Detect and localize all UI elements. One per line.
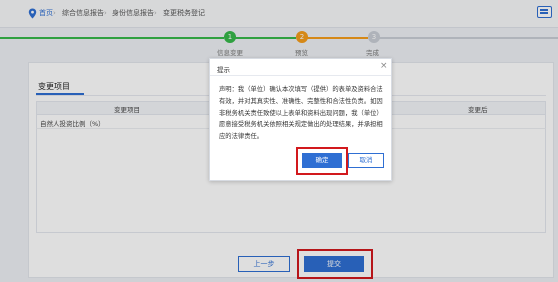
- dialog-divider: [210, 75, 391, 76]
- close-icon[interactable]: ×: [380, 61, 388, 71]
- cancel-button[interactable]: 取消: [348, 153, 384, 168]
- dialog-message: 声明：我（单位）确认本次填写（提供）的表单及资料合法有效，并对其真实性、准确性、…: [219, 86, 383, 141]
- confirm-highlight-box: [296, 147, 348, 175]
- dialog-title: 提示: [217, 66, 230, 74]
